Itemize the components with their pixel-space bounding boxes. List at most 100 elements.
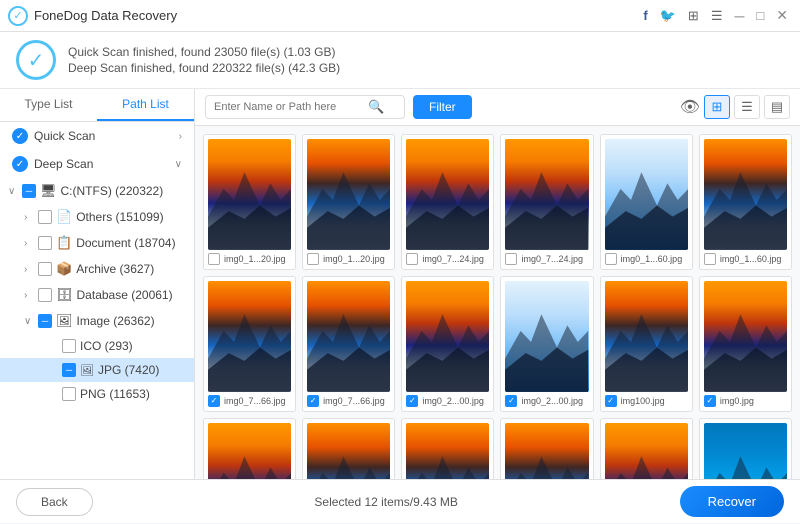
image-filename: img0_1...60.jpg [720,254,787,264]
drive-icon: 🖥 [40,183,57,199]
app-logo: ✓ [8,6,28,26]
footer: Back Selected 12 items/9.43 MB Recover [0,479,800,523]
image-item[interactable]: ✓ img0_7...66.jpg [203,276,296,412]
search-input[interactable] [214,101,364,113]
image-item[interactable]: img0_1...60.jpg [699,134,792,270]
recover-button[interactable]: Recover [680,486,784,517]
image-filename: img0_1...60.jpg [621,254,688,264]
image-label: Image (26362) [77,314,186,328]
ico-checkbox[interactable] [62,339,76,353]
app-title: FoneDog Data Recovery [34,8,643,23]
image-item[interactable]: ✓ img2.jpg [699,418,792,479]
image-item[interactable]: ✓ img0.jpg [699,276,792,412]
jpg-label: JPG (7420) [98,363,186,377]
image-item[interactable]: img0_1...20.jpg [302,134,395,270]
image-checkbox[interactable] [406,253,418,265]
drive-checkbox[interactable]: ─ [22,184,36,198]
image-checkbox[interactable]: ✓ [704,395,716,407]
tree-item-database[interactable]: › 🗄 Database (20061) [0,282,194,308]
image-item[interactable]: ✓ img100.jpg [600,276,693,412]
image-item[interactable]: ✓ img102.jpg [600,418,693,479]
image-item[interactable]: img0_7...24.jpg [500,134,593,270]
eye-button[interactable]: 👁 [680,97,700,117]
image-checkbox[interactable]: ✓ [406,395,418,407]
image-checkbox[interactable]: ✓ [605,395,617,407]
facebook-icon[interactable]: f [643,8,647,23]
jpg-checkbox[interactable]: ─ [62,363,76,377]
database-icon: 🗄 [56,287,73,303]
filter-button[interactable]: Filter [413,95,472,119]
tree-item-image[interactable]: ∨ ─ 🖼 Image (26362) [0,308,194,334]
image-icon: 🖼 [56,313,73,329]
document-checkbox[interactable] [38,236,52,250]
tree-item-png[interactable]: › PNG (11653) [0,382,194,406]
deep-scan-arrow: ∨ [175,159,182,170]
search-icon: 🔍 [368,99,384,115]
image-checkbox[interactable] [704,253,716,265]
png-label: PNG (11653) [80,387,186,401]
maximize-button[interactable]: □ [752,8,768,23]
image-checkbox[interactable]: ✓ [307,395,319,407]
image-item[interactable]: ✓ img0_2...00.jpg [401,276,494,412]
tree-item-others[interactable]: › 📄 Others (151099) [0,204,194,230]
image-item[interactable]: ✓ img100.jpg [302,418,395,479]
tree-item-drive[interactable]: ∨ ─ 🖥 C:(NTFS) (220322) [0,178,194,204]
drive-arrow: ∨ [8,186,22,197]
others-arrow: › [24,212,38,223]
grid-view-button[interactable]: ⊞ [704,95,730,119]
archive-arrow: › [24,264,38,275]
image-checkbox[interactable] [208,253,220,265]
image-checkbox[interactable]: ─ [38,314,52,328]
database-label: Database (20061) [77,288,186,302]
ico-label: ICO (293) [80,339,186,353]
minimize-button[interactable]: ─ [730,8,748,24]
image-item[interactable]: ✓ img0_2...40.jpg [401,418,494,479]
tree-item-jpg[interactable]: › ─ 🖼 JPG (7420) [0,358,194,382]
image-item[interactable]: ✓ img0_7...66.jpg [302,276,395,412]
image-checkbox[interactable] [505,253,517,265]
search-box[interactable]: 🔍 [205,95,405,119]
image-filename: img0_2...00.jpg [422,396,489,406]
image-item[interactable]: ✓ img0.jpg [203,418,296,479]
deep-scan-row[interactable]: ✓ Deep Scan ∨ [0,150,194,178]
image-arrow: ∨ [24,316,38,327]
others-checkbox[interactable] [38,210,52,224]
image-filename: img0_2...00.jpg [521,396,588,406]
image-grid: img0_1...20.jpg img0_1...20.jpg img0_7..… [195,126,800,479]
image-checkbox[interactable] [605,253,617,265]
image-checkbox[interactable]: ✓ [208,395,220,407]
tree-item-ico[interactable]: › ICO (293) [0,334,194,358]
tab-bar: Type List Path List [0,89,194,122]
image-item[interactable]: ✓ img0_2...00.jpg [500,276,593,412]
tree-item-archive[interactable]: › 📦 Archive (3627) [0,256,194,282]
tab-type-list[interactable]: Type List [0,89,97,121]
image-filename: img0.jpg [720,396,787,406]
others-icon: 📄 [56,209,72,225]
twitter-icon[interactable]: 🐦 [660,8,676,24]
image-filename: img0_7...66.jpg [323,396,390,406]
archive-label: Archive (3627) [76,262,186,276]
quick-scan-row[interactable]: ✓ Quick Scan › [0,122,194,150]
document-icon: 📋 [56,235,72,251]
share-icon[interactable]: ⊞ [688,8,699,24]
tab-path-list[interactable]: Path List [97,89,194,121]
image-item[interactable]: img0_1...60.jpg [600,134,693,270]
drive-label: C:(NTFS) (220322) [61,184,186,198]
database-checkbox[interactable] [38,288,52,302]
image-item[interactable]: ✓ img0_2...40.jpg [500,418,593,479]
document-label: Document (18704) [76,236,186,250]
close-button[interactable]: ✕ [772,7,792,24]
image-checkbox[interactable]: ✓ [505,395,517,407]
list-view-button[interactable]: ☰ [734,95,760,119]
social-icons: f 🐦 ⊞ ☰ [643,8,722,24]
tree-item-document[interactable]: › 📋 Document (18704) [0,230,194,256]
image-checkbox[interactable] [307,253,319,265]
archive-checkbox[interactable] [38,262,52,276]
image-item[interactable]: img0_7...24.jpg [401,134,494,270]
png-checkbox[interactable] [62,387,76,401]
back-button[interactable]: Back [16,488,93,516]
detail-view-button[interactable]: ▤ [764,95,790,119]
image-item[interactable]: img0_1...20.jpg [203,134,296,270]
database-arrow: › [24,290,38,301]
menu-icon[interactable]: ☰ [711,8,723,24]
